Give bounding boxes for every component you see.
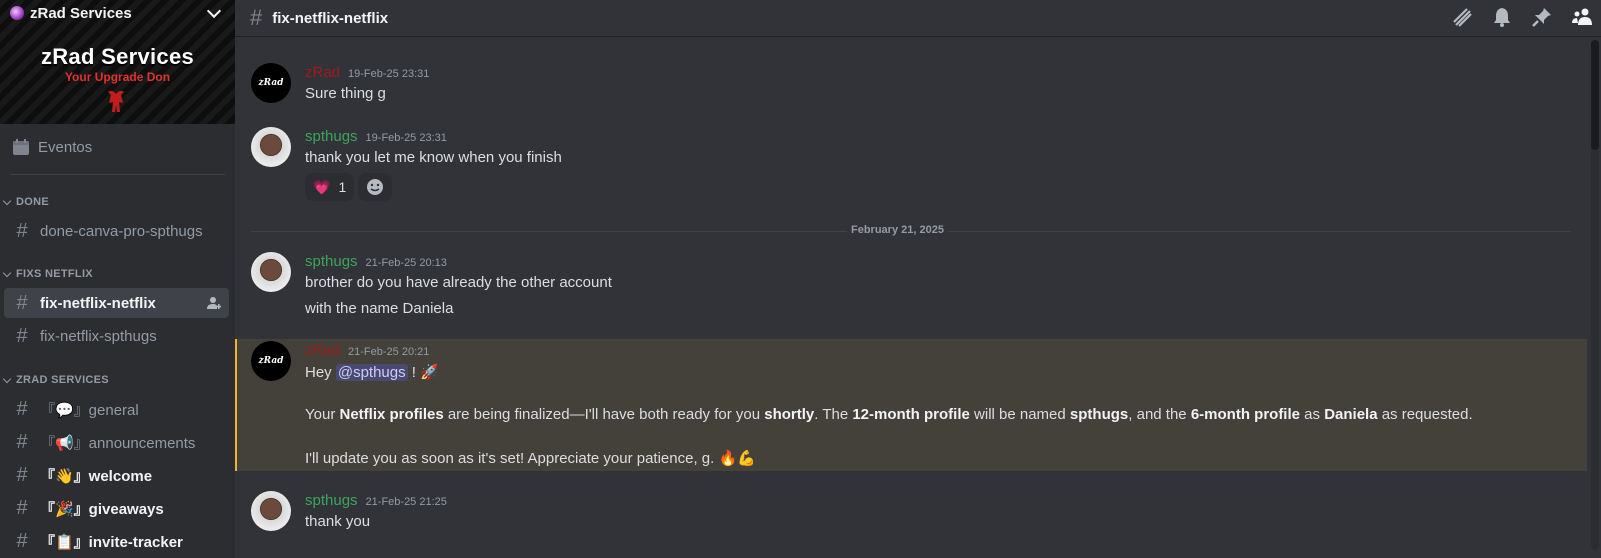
avatar[interactable] (251, 127, 291, 167)
timestamp: 21-Feb-25 20:13 (365, 257, 447, 269)
hash-icon: # (16, 430, 28, 453)
pin-icon[interactable] (1531, 6, 1553, 28)
avatar[interactable]: zRad (251, 63, 291, 103)
sidebar-item-fix-netflix-spthugs[interactable]: # fix-netflix-spthugs (4, 321, 229, 351)
threads-icon[interactable] (1451, 6, 1473, 28)
channel-header: # fix-netflix-netflix (235, 0, 1601, 37)
server-header[interactable]: zRad Services (0, 0, 235, 26)
message-text: thank you let me know when you finish (305, 149, 562, 166)
sidebar-item-label: Eventos (38, 138, 93, 156)
username[interactable]: spthugs (305, 253, 358, 270)
sidebar-item-announcements[interactable]: # 『📢』announcements (4, 427, 229, 457)
reaction-heart[interactable]: 💗 1 (305, 173, 355, 201)
user-mention[interactable]: @spthugs (335, 364, 408, 381)
sidebar-divider (10, 174, 225, 175)
channel-sidebar: zRad Services Your Upgrade Don zRad Serv… (0, 0, 235, 558)
add-reaction-icon (367, 179, 384, 195)
hash-icon: # (16, 219, 28, 242)
bell-icon[interactable] (1491, 6, 1513, 28)
text-segment: Hey (305, 364, 336, 381)
sidebar-item-welcome[interactable]: # 『👋』welcome (4, 460, 229, 490)
sidebar-item-label: fix-netflix-netflix (40, 294, 156, 312)
chat-area: # fix-netflix-netflix , zRad (235, 0, 1601, 558)
timestamp: 21-Feb-25 20:21 (348, 346, 430, 358)
avatar[interactable] (251, 491, 291, 531)
message-text: Sure thing g (305, 85, 386, 102)
username[interactable]: spthugs (305, 128, 358, 145)
banner-subtitle: Your Upgrade Don (64, 70, 171, 84)
banner-title: zRad Services (40, 44, 195, 69)
sidebar-item-giveaways[interactable]: # 『🎉』giveaways (4, 493, 229, 523)
reaction-count: 1 (338, 179, 347, 195)
sidebar-item-label: 『📋』invite-tracker (40, 533, 183, 551)
calendar-icon (13, 139, 29, 155)
hash-icon: # (16, 496, 28, 519)
hash-icon: # (250, 5, 263, 30)
category-label: FIXS NETFLIX (16, 268, 93, 280)
category-fixs-netflix[interactable]: FIXS NETFLIX (0, 268, 93, 280)
scrollbar-thumb[interactable] (1591, 40, 1599, 150)
server-icon (10, 6, 24, 20)
category-zrad-services[interactable]: ZRAD SERVICES (0, 374, 109, 386)
message-text: I'll update you as soon as it's set! App… (305, 450, 756, 467)
sidebar-item-label: fix-netflix-spthugs (40, 327, 157, 345)
timestamp: 19-Feb-25 23:31 (365, 132, 447, 144)
sidebar-item-events[interactable]: Eventos (4, 132, 229, 162)
username[interactable]: zRad (305, 342, 340, 359)
hash-icon: # (16, 529, 28, 552)
sidebar-item-done-canva-pro-spthugs[interactable]: # done-canva-pro-spthugs (4, 216, 229, 246)
chevron-down-icon (2, 196, 12, 205)
message-text: brother do you have already the other ac… (305, 274, 612, 291)
avatar[interactable]: zRad (251, 341, 291, 381)
username[interactable]: spthugs (305, 492, 358, 509)
timestamp: 19-Feb-25 23:31 (348, 68, 430, 80)
members-icon[interactable] (1571, 6, 1593, 28)
sidebar-item-label: 『💬』general (40, 401, 139, 419)
hash-icon: # (16, 324, 28, 347)
chevron-down-icon (2, 374, 12, 383)
sidebar-item-general[interactable]: # 『💬』general (4, 394, 229, 424)
category-label: ZRAD SERVICES (16, 374, 109, 386)
message-text: Hey @spthugs ! 🚀 (305, 363, 439, 381)
category-done[interactable]: DONE (0, 196, 49, 208)
avatar[interactable] (251, 252, 291, 292)
chevron-down-icon (2, 268, 12, 277)
add-member-icon[interactable] (207, 296, 221, 310)
sidebar-item-fix-netflix-netflix[interactable]: # fix-netflix-netflix (4, 288, 229, 318)
message-text: Your Netflix profiles are being finalize… (305, 406, 1473, 423)
heart-emoji-icon: 💗 (313, 178, 331, 195)
username[interactable]: zRad (305, 64, 340, 81)
sidebar-item-label: 『🎉』giveaways (40, 500, 164, 518)
message-text: thank you (305, 513, 371, 530)
sidebar-item-label: 『👋』welcome (40, 467, 153, 485)
reactions-bar: 💗 1 (305, 173, 393, 201)
add-reaction-button[interactable] (358, 173, 393, 201)
server-name: zRad Services (30, 4, 132, 22)
sidebar-item-label: done-canva-pro-spthugs (40, 222, 203, 240)
sidebar-item-invite-tracker[interactable]: # 『📋』invite-tracker (4, 526, 229, 556)
sidebar-item-label: 『📢』announcements (40, 434, 196, 452)
hash-icon: # (16, 291, 28, 314)
timestamp: 21-Feb-25 21:25 (365, 496, 447, 508)
date-divider-label: February 21, 2025 (847, 224, 948, 236)
hash-icon: # (16, 397, 28, 420)
goat-logo-icon (108, 90, 124, 112)
channel-title: fix-netflix-netflix (272, 9, 389, 27)
chevron-down-icon (206, 3, 222, 19)
hash-icon: # (16, 463, 28, 486)
message-text: with the name Daniela (305, 300, 454, 317)
text-segment: ! 🚀 (407, 364, 439, 381)
category-label: DONE (16, 196, 49, 208)
